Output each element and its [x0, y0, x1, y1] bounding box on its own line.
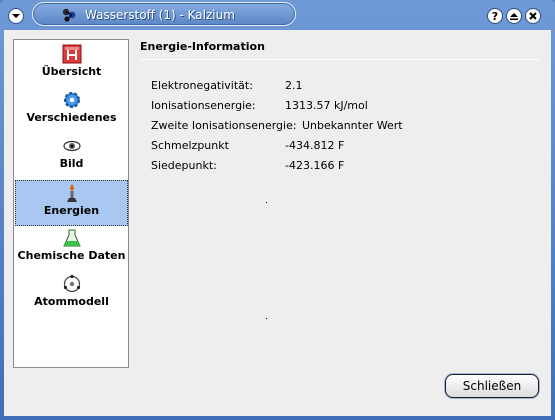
artifact-dot	[266, 202, 267, 203]
info-value: 1313.57 kJ/mol	[285, 99, 368, 112]
window-menu-button[interactable]	[8, 8, 24, 24]
sidebar-item-chemische-daten[interactable]: Chemische Daten	[15, 226, 128, 272]
info-key: Siedepunkt:	[151, 159, 217, 172]
shade-icon	[510, 13, 518, 20]
section-divider	[140, 59, 540, 60]
help-label: ?	[491, 9, 499, 23]
window-title: Wasserstoff (1) - Kalzium	[85, 8, 235, 22]
sidebar: Übersicht Verschiedenes Bild Energien Ch…	[13, 39, 129, 368]
info-key: Ionisationsenergie:	[151, 99, 256, 112]
info-value: -434.812 F	[285, 139, 345, 152]
app-window: Wasserstoff (1) - Kalzium ? Übersicht Ve…	[0, 0, 555, 420]
help-button[interactable]: ?	[487, 8, 503, 24]
info-value: -423.166 F	[285, 159, 345, 172]
close-icon	[529, 12, 537, 20]
dialog-body: Übersicht Verschiedenes Bild Energien Ch…	[4, 30, 551, 416]
artifact-dot	[266, 318, 267, 319]
close-button[interactable]: Schließen	[445, 374, 539, 398]
chevron-down-icon	[12, 14, 20, 18]
title-bar[interactable]: Wasserstoff (1) - Kalzium ?	[0, 0, 555, 30]
sidebar-item-atommodell[interactable]: Atommodell	[15, 272, 128, 318]
info-key: Elektronegativität:	[151, 79, 253, 92]
info-key: Zweite Ionisationsenergie:	[151, 119, 297, 132]
sidebar-item-energien[interactable]: Energien	[15, 180, 128, 226]
section-title: Energie-Information	[140, 40, 265, 53]
title-pill: Wasserstoff (1) - Kalzium	[32, 2, 296, 26]
sidebar-item-label: Bild	[59, 157, 84, 170]
info-value: 2.1	[285, 79, 303, 92]
sidebar-item-label: Energien	[43, 204, 100, 217]
kalzium-app-icon	[62, 8, 76, 22]
sidebar-item-label: Atommodell	[34, 295, 109, 308]
close-window-button[interactable]	[525, 8, 541, 24]
info-value: Unbekannter Wert	[302, 119, 403, 132]
bunsen-burner-icon	[62, 183, 82, 203]
flask-icon	[62, 228, 82, 248]
sidebar-item-uebersicht[interactable]: Übersicht	[15, 42, 128, 88]
sidebar-item-label: Chemische Daten	[17, 249, 126, 262]
sidebar-item-verschiedenes[interactable]: Verschiedenes	[15, 88, 128, 134]
shade-button[interactable]	[506, 8, 522, 24]
sidebar-item-bild[interactable]: Bild	[15, 134, 128, 180]
title-buttons: ?	[487, 8, 541, 24]
info-key: Schmelzpunkt	[151, 139, 229, 152]
gear-icon	[62, 90, 82, 110]
element-h-icon	[62, 44, 82, 64]
sidebar-item-label: Verschiedenes	[26, 111, 117, 124]
atom-icon	[62, 274, 82, 294]
sidebar-item-label: Übersicht	[41, 65, 102, 78]
eye-icon	[62, 136, 82, 156]
